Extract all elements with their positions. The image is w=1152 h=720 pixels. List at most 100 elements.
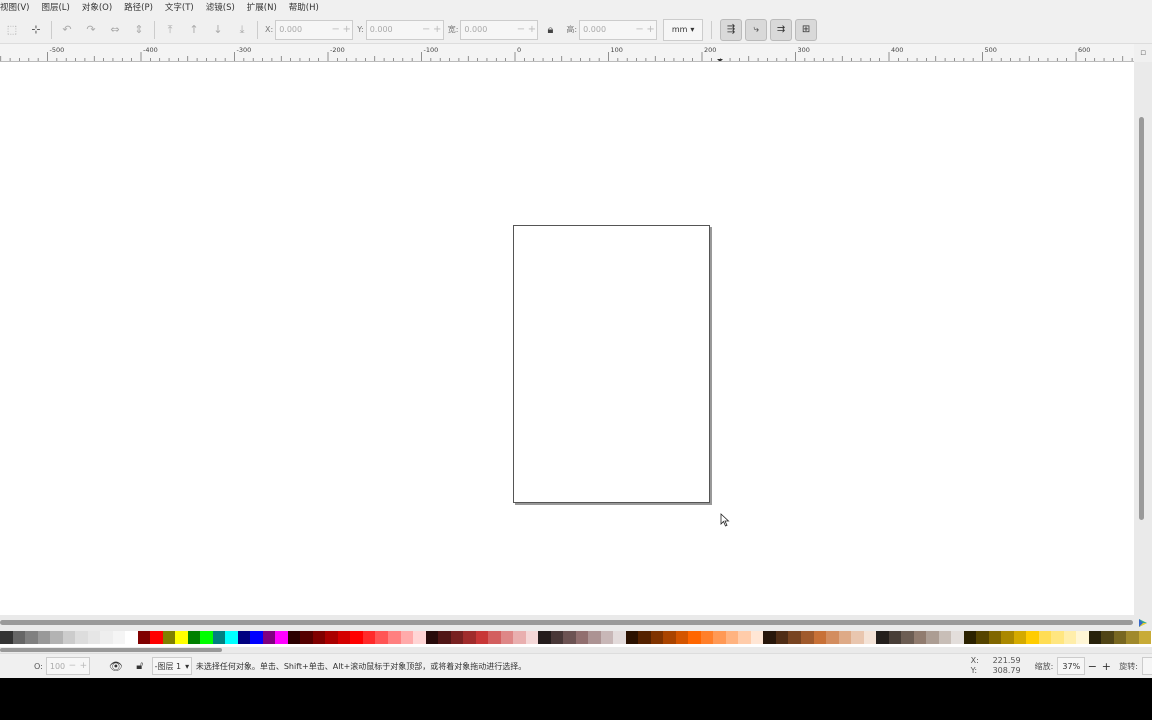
color-swatch[interactable] — [275, 631, 288, 644]
width-decrement-button[interactable]: − — [515, 24, 526, 35]
opacity-increment-button[interactable]: + — [78, 661, 89, 671]
color-swatch[interactable] — [25, 631, 38, 644]
color-swatch[interactable] — [375, 631, 388, 644]
rotate-ccw-icon[interactable]: ↶ — [55, 19, 79, 41]
color-swatch[interactable] — [87, 631, 101, 644]
y-input[interactable] — [366, 20, 421, 39]
color-swatch[interactable] — [137, 631, 151, 644]
color-swatch[interactable] — [613, 631, 626, 644]
color-swatch[interactable] — [463, 631, 476, 644]
color-swatch[interactable] — [826, 631, 839, 644]
color-swatch[interactable] — [926, 631, 939, 644]
zoom-out-button[interactable]: − — [1085, 660, 1099, 673]
document-page[interactable] — [513, 225, 710, 503]
color-swatch[interactable] — [125, 631, 138, 644]
color-swatch[interactable] — [901, 631, 914, 644]
height-decrement-button[interactable]: − — [634, 24, 645, 35]
lower-to-bottom-icon[interactable]: ⤓ — [230, 19, 254, 41]
color-swatch[interactable] — [262, 631, 276, 644]
color-swatch[interactable] — [951, 631, 964, 644]
color-swatch[interactable] — [50, 631, 63, 644]
color-swatch[interactable] — [1038, 631, 1052, 644]
color-swatch[interactable] — [638, 631, 651, 644]
color-swatch[interactable] — [876, 631, 889, 644]
color-managed-icon[interactable] — [1134, 615, 1152, 631]
layer-lock-icon[interactable]: 🔓︎ — [128, 656, 152, 676]
color-swatch[interactable] — [988, 631, 1002, 644]
layer-visibility-icon[interactable]: 👁︎ — [104, 656, 128, 676]
color-swatch[interactable] — [0, 631, 13, 644]
color-swatch[interactable] — [775, 631, 789, 644]
color-swatch[interactable] — [325, 631, 338, 644]
raise-to-top-icon[interactable]: ⤒ — [158, 19, 182, 41]
color-swatch[interactable] — [1013, 631, 1027, 644]
color-swatch[interactable] — [1138, 631, 1152, 644]
color-swatch[interactable] — [1026, 631, 1039, 644]
color-swatch[interactable] — [563, 631, 576, 644]
flip-horizontal-icon[interactable]: ⇔ — [103, 19, 127, 41]
color-swatch[interactable] — [387, 631, 401, 644]
color-swatch[interactable] — [525, 631, 539, 644]
rotate-input[interactable] — [1142, 657, 1152, 675]
color-swatch[interactable] — [12, 631, 26, 644]
height-input[interactable] — [580, 20, 635, 39]
color-swatch[interactable] — [963, 631, 977, 644]
color-swatch[interactable] — [625, 631, 639, 644]
color-swatch[interactable] — [488, 631, 501, 644]
select-all-layers-icon[interactable]: ⊹ — [24, 19, 48, 41]
lower-icon[interactable]: ↓ — [206, 19, 230, 41]
zoom-input[interactable]: 37% — [1057, 657, 1086, 675]
width-input[interactable] — [461, 20, 516, 39]
opacity-decrement-button[interactable]: − — [67, 661, 78, 671]
color-swatch[interactable] — [688, 631, 701, 644]
menu-path[interactable]: 路径(P) — [118, 0, 159, 16]
color-swatch[interactable] — [763, 631, 776, 644]
color-swatch[interactable] — [550, 631, 564, 644]
color-swatch[interactable] — [1001, 631, 1014, 644]
menu-text[interactable]: 文字(T) — [159, 0, 200, 16]
color-swatch[interactable] — [212, 631, 226, 644]
rotate-cw-icon[interactable]: ↷ — [79, 19, 103, 41]
color-swatch[interactable] — [1113, 631, 1127, 644]
horizontal-ruler[interactable]: -500 -400 -300 -200 -100 0 100 200 300 400 500 600 — [0, 44, 1134, 62]
color-swatch[interactable] — [838, 631, 852, 644]
color-swatch[interactable] — [475, 631, 489, 644]
color-swatch[interactable] — [1126, 631, 1139, 644]
color-swatch[interactable] — [513, 631, 526, 644]
color-swatch[interactable] — [600, 631, 614, 644]
color-swatch[interactable] — [200, 631, 213, 644]
color-swatch[interactable] — [788, 631, 801, 644]
height-increment-button[interactable]: + — [645, 24, 656, 35]
raise-icon[interactable]: ↑ — [182, 19, 206, 41]
color-swatch[interactable] — [425, 631, 439, 644]
menu-object[interactable]: 对象(O) — [76, 0, 118, 16]
color-swatch[interactable] — [1076, 631, 1089, 644]
color-swatch[interactable] — [150, 631, 163, 644]
menu-extensions[interactable]: 扩展(N) — [241, 0, 283, 16]
color-swatch[interactable] — [700, 631, 714, 644]
ruler-corner-icon[interactable]: ▫ — [1134, 44, 1152, 62]
color-swatch[interactable] — [750, 631, 764, 644]
color-swatch[interactable] — [1101, 631, 1114, 644]
color-swatch[interactable] — [738, 631, 751, 644]
color-swatch[interactable] — [362, 631, 376, 644]
lock-icon[interactable]: 🔒︎ — [538, 19, 562, 41]
color-swatch[interactable] — [187, 631, 201, 644]
vertical-scroll-thumb[interactable] — [1139, 117, 1144, 520]
scale-stroke-button[interactable]: ⇶ — [720, 18, 743, 41]
menu-filters[interactable]: 滤镜(S) — [200, 0, 241, 16]
color-swatch[interactable] — [112, 631, 126, 644]
select-all-icon[interactable]: ⬚ — [0, 19, 24, 41]
color-swatch[interactable] — [250, 631, 263, 644]
width-increment-button[interactable]: + — [526, 24, 537, 35]
horizontal-scrollbar[interactable] — [0, 615, 1152, 631]
menu-layer[interactable]: 图层(L) — [35, 0, 75, 16]
flip-vertical-icon[interactable]: ⇕ — [127, 19, 151, 41]
x-input[interactable] — [276, 20, 331, 39]
y-increment-button[interactable]: + — [432, 24, 443, 35]
color-swatch[interactable] — [713, 631, 726, 644]
color-swatch[interactable] — [851, 631, 864, 644]
color-swatch[interactable] — [888, 631, 902, 644]
palette-scroll-thumb[interactable] — [0, 648, 222, 652]
color-swatch[interactable] — [413, 631, 426, 644]
